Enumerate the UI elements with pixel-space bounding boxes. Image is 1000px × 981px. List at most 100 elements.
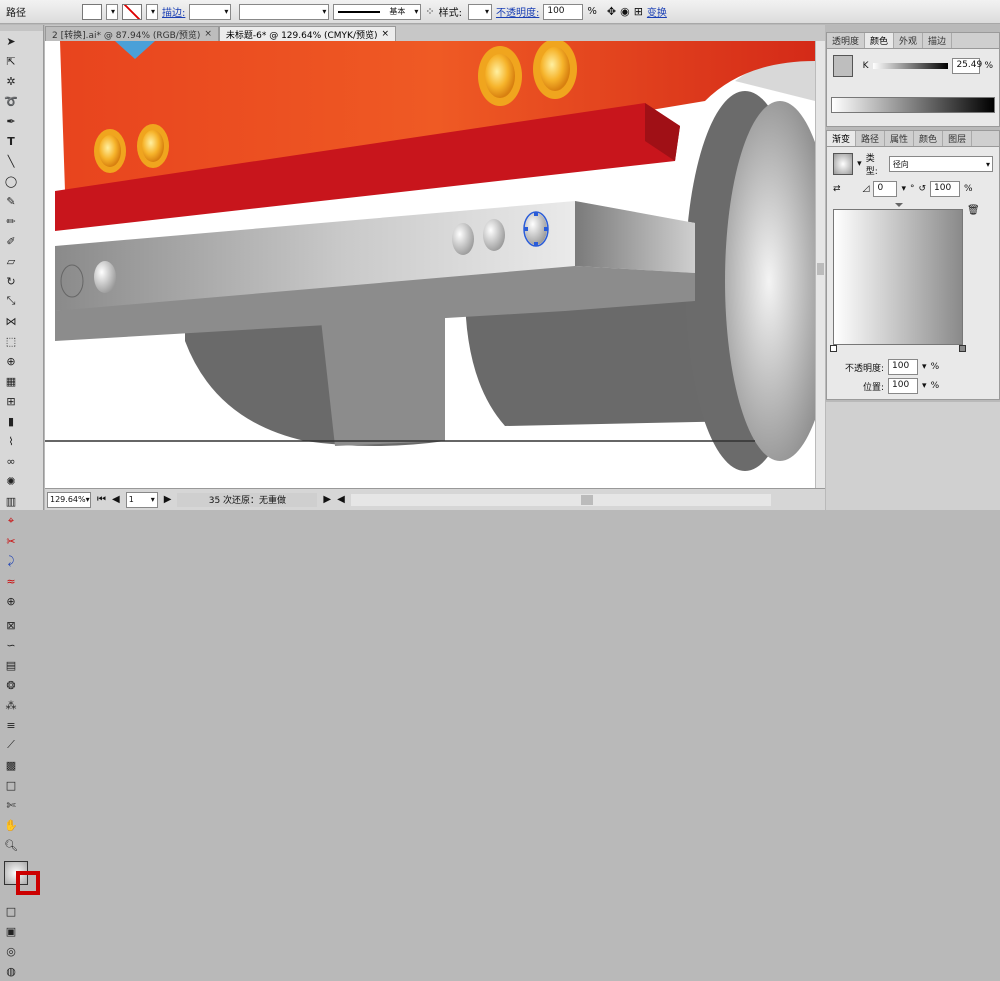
tab-appearance[interactable]: 外观 bbox=[894, 33, 924, 48]
artboard-canvas[interactable] bbox=[45, 41, 815, 488]
zoom-tool-icon[interactable]: 🔍︎ bbox=[2, 837, 20, 853]
horizontal-scrollbar[interactable] bbox=[350, 493, 771, 506]
column-graph-icon[interactable]: ▥ bbox=[2, 493, 20, 509]
shape-builder-icon[interactable]: ⊕ bbox=[2, 353, 20, 369]
color-spectrum-ramp[interactable] bbox=[831, 97, 995, 113]
rectangle-mesh-icon[interactable]: ⊠ bbox=[2, 617, 20, 633]
opacity-input[interactable]: 100 bbox=[543, 3, 584, 20]
close-icon[interactable]: × bbox=[204, 29, 212, 39]
perspective-grid-icon[interactable]: ▦ bbox=[2, 373, 20, 389]
global-edit-icon[interactable]: ◉ bbox=[620, 5, 630, 18]
gradient-preview-swatch[interactable] bbox=[833, 153, 854, 175]
screen-mode-icon[interactable]: ◎ bbox=[2, 943, 20, 959]
stop-location-dropdown-icon[interactable]: ▾ bbox=[922, 381, 927, 391]
eraser-icon[interactable]: ▱ bbox=[2, 253, 20, 269]
opacity-link[interactable]: 不透明度: bbox=[496, 4, 539, 19]
fill-swatch[interactable] bbox=[82, 3, 102, 20]
blend-tool-icon[interactable]: ∞ bbox=[2, 453, 20, 469]
lasso-icon[interactable]: ➰ bbox=[2, 93, 20, 109]
page-dropdown[interactable]: 1 ▾ bbox=[125, 491, 158, 508]
selection-tool-icon[interactable]: ➤ bbox=[2, 33, 20, 49]
gradient-mode-icon[interactable]: ▣ bbox=[2, 923, 20, 939]
bumper-light-selected[interactable] bbox=[525, 213, 547, 245]
stop-opacity-dropdown-icon[interactable]: ▾ bbox=[922, 362, 927, 372]
tab-color[interactable]: 颜色 bbox=[865, 33, 895, 48]
color-preview-swatch[interactable] bbox=[833, 55, 853, 77]
rotate-tool-icon[interactable]: ↻ bbox=[2, 273, 20, 289]
midpoint-diamond[interactable] bbox=[895, 203, 903, 211]
eyedropper-icon[interactable]: ⌇ bbox=[2, 433, 20, 449]
symbol-sprayer-icon[interactable]: ✺ bbox=[2, 473, 20, 489]
draw-mode-icon[interactable]: ◍ bbox=[2, 963, 20, 979]
doc-tab-2[interactable]: 未标题-6* @ 129.64% (CMYK/预览) × bbox=[218, 26, 397, 41]
mesh-tool-icon[interactable]: ⊞ bbox=[2, 393, 20, 409]
gradient-editor[interactable]: 🗑︎ bbox=[830, 203, 993, 353]
artboard-tool-icon[interactable]: ⌖ bbox=[2, 513, 20, 529]
delete-stop-icon[interactable]: 🗑︎ bbox=[967, 205, 980, 216]
h-scroll-thumb[interactable] bbox=[580, 494, 593, 505]
prev-page-icon[interactable]: ◀ bbox=[112, 494, 120, 505]
scale-tool-icon[interactable]: ⤡ bbox=[2, 293, 20, 309]
tab-color-2[interactable]: 颜色 bbox=[914, 131, 944, 146]
style-dropdown[interactable]: ▾ bbox=[467, 3, 492, 20]
align-icon[interactable]: ⊞ bbox=[634, 5, 643, 18]
stroke-box[interactable] bbox=[16, 871, 40, 895]
recolor-icon[interactable]: ⁘ bbox=[425, 5, 434, 18]
gradient-ramp[interactable] bbox=[833, 209, 963, 345]
vertical-scrollbar[interactable] bbox=[815, 41, 825, 488]
close-icon[interactable]: × bbox=[382, 29, 390, 39]
fill-stroke-control[interactable] bbox=[2, 859, 41, 897]
stop-location-input[interactable]: 100 bbox=[888, 378, 919, 394]
blob-brush-icon[interactable]: ✐ bbox=[2, 233, 20, 249]
transform-link[interactable]: 变换 bbox=[647, 4, 667, 19]
next-page-icon[interactable]: ▶ bbox=[164, 494, 172, 505]
puppet-icon[interactable]: ✥ bbox=[607, 5, 616, 18]
tab-gradient[interactable]: 渐变 bbox=[827, 131, 857, 146]
magic-wand-icon[interactable]: ✲ bbox=[2, 73, 20, 89]
zoom-dropdown[interactable]: 129.64% ▾ bbox=[47, 491, 91, 508]
tab-pathfinder[interactable]: 路径 bbox=[856, 131, 886, 146]
tab-layers[interactable]: 图层 bbox=[943, 131, 973, 146]
width-tool-icon[interactable]: ⋈ bbox=[2, 313, 20, 329]
slice-tool-icon[interactable]: ✂ bbox=[2, 533, 20, 549]
scroll-left-icon[interactable]: ◀ bbox=[337, 494, 345, 505]
gradient-tool-icon[interactable]: ▮ bbox=[2, 413, 20, 429]
scroll-thumb[interactable] bbox=[817, 263, 824, 275]
stroke-dropdown[interactable]: ▾ bbox=[146, 3, 158, 20]
color-mode-icon[interactable]: □ bbox=[2, 903, 20, 919]
k-slider[interactable] bbox=[872, 63, 949, 69]
knife-tool-icon[interactable]: ⤸ bbox=[2, 553, 20, 569]
doc-tab-1[interactable]: 2 [转换].ai* @ 87.94% (RGB/预览) × bbox=[45, 26, 219, 41]
crosshair-tool-icon[interactable]: ⊕ bbox=[2, 593, 20, 609]
grid-tool-icon[interactable]: ▤ bbox=[2, 657, 20, 673]
angle-input[interactable]: 0 bbox=[873, 181, 898, 197]
pucker-tool-icon[interactable]: ≡ bbox=[2, 717, 20, 733]
variable-width-dropdown[interactable]: ▾ bbox=[239, 3, 330, 20]
line-tool-icon[interactable]: ╲ bbox=[2, 153, 20, 169]
angle-dropdown-icon[interactable]: ▾ bbox=[901, 184, 906, 194]
status-menu-icon[interactable]: ▶ bbox=[323, 494, 331, 505]
direct-selection-tool-icon[interactable]: ⇱ bbox=[2, 53, 20, 69]
stop-opacity-input[interactable]: 100 bbox=[888, 359, 919, 375]
twirl-tool-icon[interactable]: ❂ bbox=[2, 677, 20, 693]
tab-stroke[interactable]: 描边 bbox=[923, 33, 953, 48]
free-transform-icon[interactable]: ⬚ bbox=[2, 333, 20, 349]
graph-tool-icon[interactable]: ▩ bbox=[2, 757, 20, 773]
stroke-link[interactable]: 描边: bbox=[162, 4, 185, 19]
first-page-icon[interactable]: ⏮ bbox=[97, 494, 106, 505]
rectangle-tool-icon[interactable]: □ bbox=[2, 777, 20, 793]
color-stop-left[interactable] bbox=[830, 345, 837, 352]
pencil-icon[interactable]: ✏ bbox=[2, 213, 20, 229]
ellipse-tool-icon[interactable]: ◯ bbox=[2, 173, 20, 189]
k-value-input[interactable]: 25.49 bbox=[952, 58, 982, 74]
gradient-type-select[interactable]: 径向 ▾ bbox=[888, 156, 993, 172]
status-message[interactable]: 35 次还原：无重做 bbox=[177, 492, 318, 507]
reshape-tool-icon[interactable]: ≈ bbox=[2, 573, 20, 589]
stroke-weight-field[interactable]: ▾ bbox=[189, 3, 232, 20]
type-tool-icon[interactable]: T bbox=[2, 133, 20, 149]
stroke-swatch[interactable] bbox=[122, 3, 142, 20]
tab-transparency[interactable]: 透明度 bbox=[827, 33, 866, 48]
color-stop-right[interactable] bbox=[959, 345, 966, 352]
paintbrush-icon[interactable]: ✎ bbox=[2, 193, 20, 209]
scissors-tool-icon[interactable]: ✄ bbox=[2, 797, 20, 813]
